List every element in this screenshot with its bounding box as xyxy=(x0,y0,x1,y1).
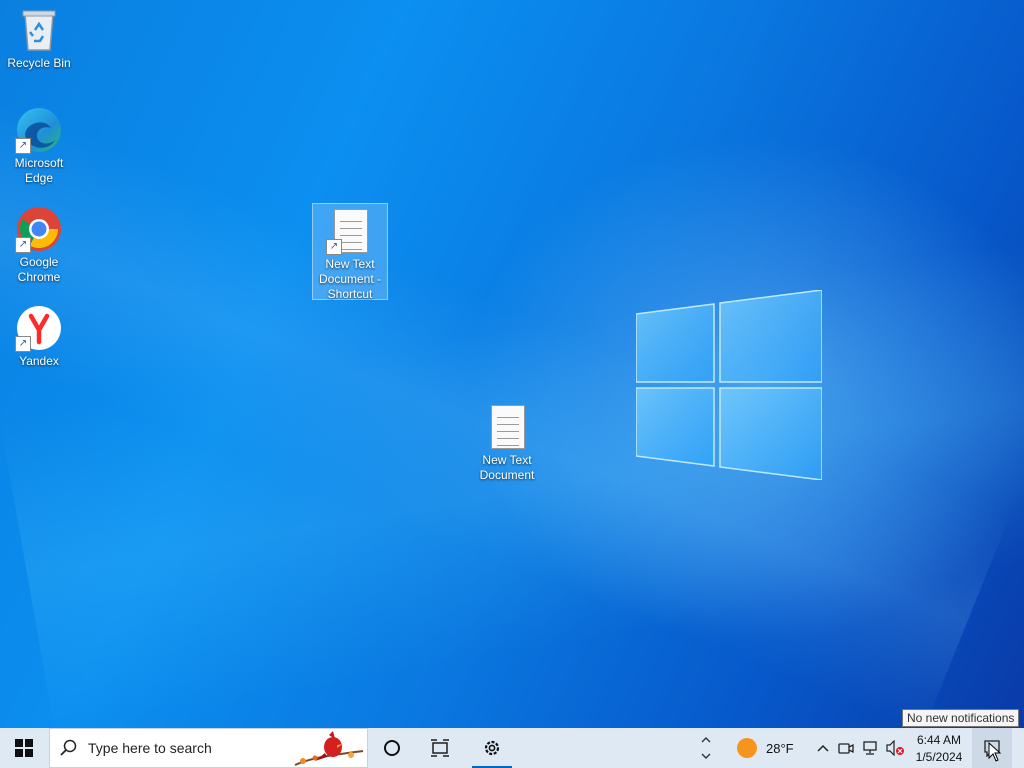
windows-logo-wallpaper xyxy=(636,290,822,480)
desktop-icon-text-document[interactable]: New Text Document xyxy=(469,403,545,483)
volume-button[interactable] xyxy=(884,728,906,768)
task-view-button[interactable] xyxy=(418,728,462,768)
chevron-down-small-icon xyxy=(701,753,711,759)
clock[interactable]: 6:44 AM 1/5/2024 xyxy=(910,728,968,768)
wallpaper-light-beam xyxy=(0,60,1013,728)
desktop: Recycle Bin ↗ Microsoft Edge ↗ Google Ch… xyxy=(0,0,1024,728)
clock-date: 1/5/2024 xyxy=(915,749,963,764)
weather-sun-icon xyxy=(737,738,757,758)
shortcut-arrow-icon: ↗ xyxy=(15,237,31,253)
taskbar-settings-app[interactable] xyxy=(470,728,514,768)
shortcut-arrow-icon: ↗ xyxy=(15,336,31,352)
desktop-icon-text-document-shortcut[interactable]: ↗ New Text Document - Shortcut xyxy=(312,203,388,301)
show-hidden-icons-button[interactable] xyxy=(812,728,834,768)
meet-now-button[interactable] xyxy=(836,728,856,768)
windows-start-icon xyxy=(15,739,33,757)
desktop-icon-label: New Text Document - Shortcut xyxy=(318,257,382,301)
weather-widget[interactable]: 28°F xyxy=(736,728,808,768)
meet-now-icon xyxy=(838,743,854,754)
desktop-icon-yandex[interactable]: ↗ Yandex xyxy=(1,304,77,369)
desktop-icon-label: New Text Document xyxy=(479,453,535,482)
desktop-icon-edge[interactable]: ↗ Microsoft Edge xyxy=(1,106,77,186)
network-icon xyxy=(863,741,877,755)
notification-tooltip: No new notifications xyxy=(902,709,1020,727)
start-button[interactable] xyxy=(0,728,48,768)
clock-time: 6:44 AM xyxy=(916,732,962,747)
task-view-icon xyxy=(431,739,449,757)
desktop-icon-label: Microsoft Edge xyxy=(14,156,64,185)
search-icon xyxy=(60,739,77,756)
text-document-icon xyxy=(491,405,525,449)
volume-muted-icon xyxy=(886,740,904,756)
taskbar-search-box[interactable]: Type here to search xyxy=(49,728,368,768)
network-button[interactable] xyxy=(860,728,882,768)
search-placeholder: Type here to search xyxy=(88,740,212,756)
show-desktop-button[interactable] xyxy=(1018,728,1024,768)
desktop-icon-label: Google Chrome xyxy=(17,255,61,284)
desktop-icon-label: Yandex xyxy=(19,354,59,368)
mouse-cursor-icon xyxy=(988,742,1002,762)
search-highlight-cardinal-icon xyxy=(294,731,364,766)
weather-temperature: 28°F xyxy=(766,740,794,756)
cortana-circle-icon xyxy=(384,740,400,756)
shortcut-arrow-icon: ↗ xyxy=(15,138,31,154)
gear-icon xyxy=(484,740,500,756)
desktop-icon-label: Recycle Bin xyxy=(7,56,71,70)
chevron-up-icon xyxy=(817,744,829,752)
desktop-icon-recycle-bin[interactable]: Recycle Bin xyxy=(1,6,77,71)
recycle-bin-icon xyxy=(22,10,56,51)
taskbar: Type here to search 28°F 6:44 AM 1/5/202… xyxy=(0,728,1024,768)
desktop-icon-chrome[interactable]: ↗ Google Chrome xyxy=(1,205,77,285)
chevron-up-small-icon xyxy=(701,737,711,743)
shortcut-arrow-icon: ↗ xyxy=(326,239,342,255)
cortana-button[interactable] xyxy=(370,728,414,768)
taskbar-scroll-arrows[interactable] xyxy=(698,728,714,768)
notification-center-button[interactable] xyxy=(972,728,1012,768)
